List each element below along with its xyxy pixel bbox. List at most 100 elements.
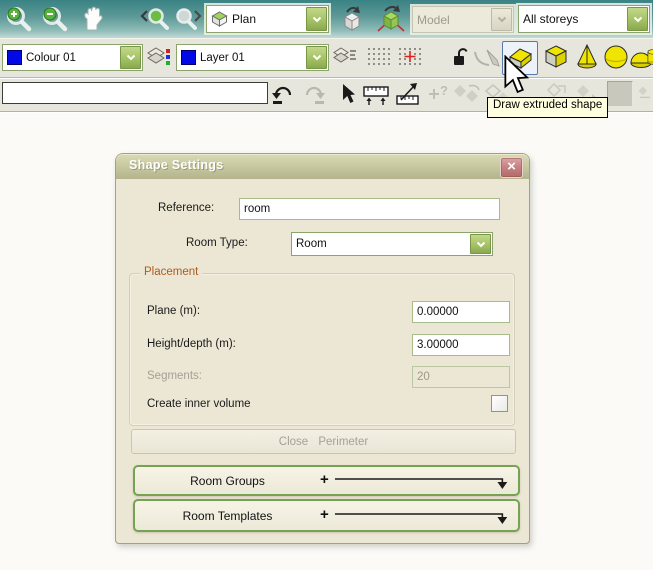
shapes-tool-button [452, 82, 482, 106]
undo-icon [270, 83, 296, 105]
room-groups-expander[interactable]: Room Groups + [133, 465, 520, 496]
colour-combobox-value: Colour 01 [22, 52, 119, 64]
draw-cone-button[interactable] [573, 42, 601, 72]
storeys-combobox[interactable]: All storeys [518, 5, 650, 33]
plan-cube-icon [211, 11, 228, 27]
draw-arc-icon [473, 46, 501, 70]
draw-box-button[interactable] [541, 42, 571, 72]
attributes-toolbar: Colour 01 Layer 01 [0, 38, 653, 78]
zoom-in-button[interactable] [4, 4, 34, 34]
zoom-in-icon [5, 5, 33, 33]
close-button[interactable]: × [500, 157, 523, 178]
chevron-down-icon [476, 241, 486, 248]
expand-line-arrow-icon [333, 472, 510, 490]
zoom-previous-button[interactable] [139, 4, 171, 34]
storeys-combobox-value: All storeys [519, 12, 626, 26]
storeys-dropdown-button[interactable] [627, 7, 648, 31]
colour-dropdown-button[interactable] [120, 46, 141, 69]
placement-group: Placement Plane (m): Height/depth (m): S… [129, 273, 515, 426]
undo-button[interactable] [269, 82, 297, 106]
inner-volume-label: Create inner volume [147, 398, 251, 410]
sphere-shape-icon [603, 43, 629, 71]
rotate-axes-icon [374, 4, 408, 34]
draw-sphere-button[interactable] [602, 42, 630, 72]
redo-icon [301, 83, 327, 105]
chevron-down-icon [312, 54, 322, 61]
layer-list-button[interactable] [332, 46, 358, 68]
grid-origin-icon [398, 47, 422, 67]
layer-swatch-icon [181, 50, 196, 65]
draw-arc-button [472, 45, 502, 71]
pan-hand-icon [79, 5, 107, 33]
shapes-icon [453, 83, 481, 105]
placement-legend: Placement [140, 266, 202, 278]
pan-button[interactable] [77, 3, 109, 35]
measure-diagonal-icon [395, 82, 421, 107]
reference-label: Reference: [158, 202, 214, 214]
layer-dropdown-button[interactable] [306, 46, 327, 69]
grid-icon [367, 47, 391, 67]
layer-combobox[interactable]: Layer 01 [176, 44, 329, 71]
measure-icon [362, 83, 390, 107]
draw-cylinder-button[interactable] [646, 42, 653, 72]
reference-input[interactable] [239, 198, 500, 220]
expand-plus-icon: + [320, 471, 329, 488]
model-dropdown-button [491, 8, 512, 31]
plane-label: Plane (m): [147, 305, 200, 317]
height-depth-input[interactable] [412, 334, 510, 356]
lock-button[interactable] [449, 45, 471, 69]
query-tool-button: ? [425, 82, 451, 106]
chevron-down-icon [312, 16, 322, 23]
layer-combobox-value: Layer 01 [196, 52, 305, 64]
zoom-out-icon [41, 5, 69, 33]
zoom-out-button[interactable] [40, 4, 70, 34]
cylinder-shape-icon [646, 43, 653, 71]
rotate-model-button[interactable] [336, 3, 368, 35]
grid-button[interactable] [365, 46, 392, 68]
query-icon: ? [426, 83, 450, 105]
rotate-model-icon [337, 4, 367, 34]
redo-button [300, 82, 328, 106]
inner-volume-checkbox[interactable] [491, 395, 508, 412]
layer-colours-button[interactable] [146, 46, 172, 68]
lock-open-icon [450, 46, 470, 68]
chevron-down-icon [497, 16, 507, 23]
rotate-axes-button[interactable] [373, 3, 409, 35]
expand-line-arrow-icon [333, 507, 510, 525]
room-templates-expander[interactable]: Room Templates + [133, 499, 520, 532]
coordinate-input[interactable] [2, 82, 268, 104]
cone-shape-icon [574, 43, 600, 71]
room-type-value: Room [292, 238, 469, 250]
measure-tool-button[interactable] [361, 82, 391, 108]
layer-list-icon [333, 47, 357, 67]
grid-origin-button[interactable] [396, 46, 423, 68]
zoom-previous-icon [140, 5, 170, 33]
measure-diagonal-button[interactable] [394, 81, 422, 108]
view-mode-combobox[interactable]: Plan [206, 5, 329, 33]
room-type-dropdown-button[interactable] [470, 234, 491, 254]
tooltip-text: Draw extruded shape [493, 99, 602, 111]
chevron-down-icon [126, 54, 136, 61]
segments-input [412, 366, 510, 388]
plane-input[interactable] [412, 301, 510, 323]
dialog-title: Shape Settings [129, 158, 224, 172]
view-mode-dropdown-button[interactable] [306, 7, 327, 31]
ghost-tool-icon [637, 81, 653, 105]
draw-extruded-shape-button[interactable] [502, 41, 538, 75]
room-groups-label: Room Groups [135, 474, 320, 488]
dialog-titlebar[interactable]: Shape Settings × [116, 154, 529, 179]
height-depth-label: Height/depth (m): [147, 338, 236, 350]
close-perimeter-button: Close Perimeter [131, 429, 516, 454]
box-shape-icon [542, 43, 570, 71]
segments-label: Segments: [147, 370, 202, 382]
svg-text:?: ? [440, 83, 448, 98]
colour-combobox[interactable]: Colour 01 [2, 44, 143, 71]
expand-plus-icon: + [320, 506, 329, 523]
zoom-next-button[interactable] [171, 4, 203, 34]
room-type-combobox[interactable]: Room [291, 232, 493, 256]
close-icon: × [507, 158, 516, 175]
close-perimeter-label: Close Perimeter [279, 436, 368, 448]
ghost-pressed-button [607, 81, 633, 107]
zoom-next-icon [172, 5, 202, 33]
select-tool-button[interactable] [337, 82, 359, 106]
